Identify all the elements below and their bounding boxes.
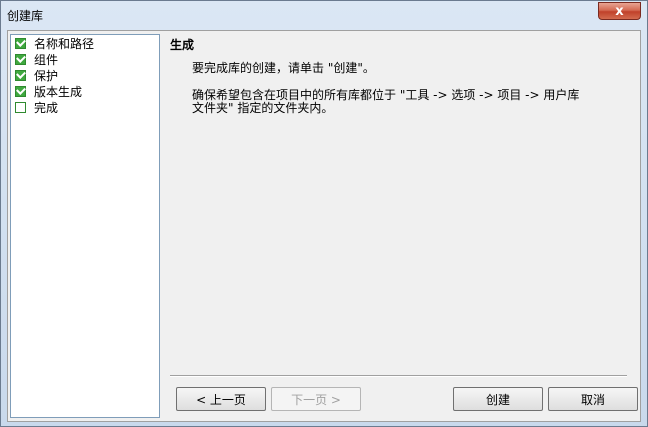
checkbox-checked-icon bbox=[15, 85, 26, 97]
checkbox-checked-icon bbox=[15, 69, 26, 81]
close-icon: x bbox=[615, 3, 624, 19]
instruction-text: 要完成库的创建，请单击 "创建"。 bbox=[192, 61, 375, 75]
step-label: 完成 bbox=[34, 100, 59, 115]
title-bar: 创建库 x bbox=[1, 1, 647, 28]
cancel-button[interactable]: 取消 bbox=[548, 387, 638, 411]
dialog-window: 创建库 x 名称和路径 组件 保护 版本生成 完成 生成 要完成库的创建，请单击… bbox=[0, 0, 648, 427]
step-name-and-path: 名称和路径 bbox=[11, 35, 159, 51]
create-button[interactable]: 创建 bbox=[453, 387, 543, 411]
step-label: 版本生成 bbox=[34, 84, 83, 99]
window-title: 创建库 bbox=[7, 9, 44, 23]
close-button[interactable]: x bbox=[598, 2, 641, 20]
info-text-line2: 文件夹" 指定的文件夹内。 bbox=[192, 101, 334, 115]
step-version-generation: 版本生成 bbox=[11, 83, 159, 99]
checkbox-checked-icon bbox=[15, 53, 26, 65]
step-label: 保护 bbox=[34, 68, 59, 83]
steps-list: 名称和路径 组件 保护 版本生成 完成 bbox=[10, 34, 160, 418]
content-pane: 生成 要完成库的创建，请单击 "创建"。 确保希望包含在项目中的所有库都位于 "… bbox=[166, 34, 638, 418]
step-label: 组件 bbox=[34, 52, 59, 67]
next-button[interactable]: 下一页 > bbox=[271, 387, 361, 411]
step-finish: 完成 bbox=[11, 99, 159, 115]
checkbox-checked-icon bbox=[15, 37, 26, 49]
page-title: 生成 bbox=[170, 38, 195, 52]
step-label: 名称和路径 bbox=[34, 36, 95, 51]
dialog-client-area: 名称和路径 组件 保护 版本生成 完成 生成 要完成库的创建，请单击 "创建"。 bbox=[7, 30, 641, 422]
step-protection: 保护 bbox=[11, 67, 159, 83]
step-components: 组件 bbox=[11, 51, 159, 67]
divider bbox=[170, 375, 627, 377]
checkbox-unchecked-icon bbox=[15, 101, 26, 113]
back-button[interactable]: < 上一页 bbox=[176, 387, 266, 411]
